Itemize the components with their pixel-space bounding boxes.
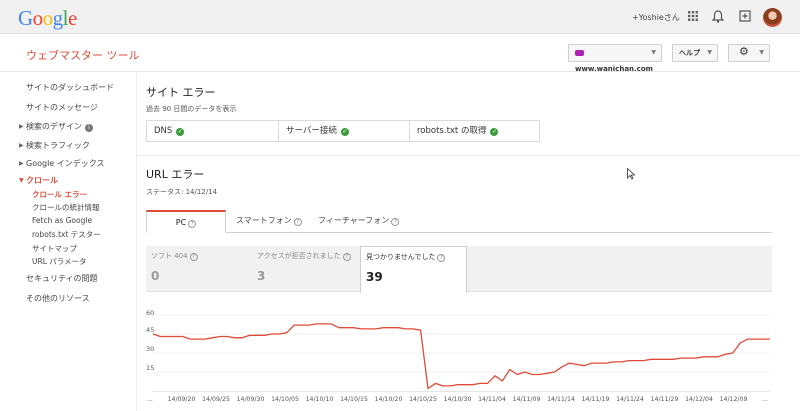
sidebar-item-security-issues[interactable]: セキュリティの問題 xyxy=(26,273,98,284)
y-axis-tick-label: 30 xyxy=(146,345,154,353)
sidebar-item-messages[interactable]: サイトのメッセージ xyxy=(26,102,98,113)
mouse-cursor-icon xyxy=(627,168,635,180)
sidebar-item-dashboard[interactable]: サイトのダッシュボード xyxy=(26,82,114,93)
tab-smartphone[interactable]: スマートフォン? xyxy=(236,210,302,233)
chevron-right-icon: ▶ xyxy=(19,142,24,149)
app-title[interactable]: ウェブマスター ツール xyxy=(26,47,140,63)
server-connectivity-status-cell[interactable]: サーバー接続 ✓ xyxy=(279,121,410,141)
sidebar-item-search-appearance[interactable]: 検索のデザイン i xyxy=(26,121,93,132)
site-favicon-icon xyxy=(575,50,584,56)
x-axis-tick-label: 14/12/04 xyxy=(685,396,713,403)
device-tabs: PC? スマートフォン? フィーチャーフォン? xyxy=(146,210,772,233)
x-axis-tick-label: 14/11/19 xyxy=(582,396,610,403)
check-icon: ✓ xyxy=(340,128,349,136)
x-axis-tick-label: 14/10/10 xyxy=(306,396,334,403)
site-selector-button[interactable]: www.wanichan.com ▼ xyxy=(568,44,662,73)
app-header: ウェブマスター ツール www.wanichan.com ▼ ヘルプ ▼ ⚙ ▼ xyxy=(0,35,800,73)
site-errors-status-table: DNS ✓ サーバー接続 ✓ robots.txt の取得 ✓ xyxy=(146,120,540,142)
gear-icon: ⚙ xyxy=(739,45,749,58)
help-icon[interactable]: ? xyxy=(189,253,198,261)
sidebar-item-url-parameters[interactable]: URL パラメータ xyxy=(32,256,87,267)
chevron-down-icon: ▼ xyxy=(707,49,712,56)
url-errors-title: URL エラー xyxy=(146,168,205,181)
x-axis-tick-label: 14/11/29 xyxy=(651,396,679,403)
info-icon[interactable]: i xyxy=(85,124,93,132)
x-axis-tick-label: ... xyxy=(762,396,768,403)
x-axis-tick-label: 14/09/20 xyxy=(168,396,196,403)
chevron-down-icon: ▼ xyxy=(19,177,24,184)
settings-button[interactable]: ⚙ ▼ xyxy=(728,44,770,62)
robots-fetch-status-cell[interactable]: robots.txt の取得 ✓ xyxy=(410,121,539,141)
dns-status-cell[interactable]: DNS ✓ xyxy=(147,121,279,141)
check-icon: ✓ xyxy=(176,128,185,136)
not-found-errors-line-chart: 60 45 30 15... 14/09/20 14/09/25 14/09/30 14/10… xyxy=(146,309,770,403)
x-axis-tick-label: ... xyxy=(147,396,153,403)
site-errors-subtitle: 過去 90 日間のデータを表示 xyxy=(146,105,237,113)
sidebar-item-search-traffic[interactable]: 検索トラフィック xyxy=(26,140,90,151)
user-name-link[interactable]: +Yoshieさん xyxy=(632,12,680,23)
sidebar-item-sitemaps[interactable]: サイトマップ xyxy=(32,243,77,254)
y-axis-tick-label: 15 xyxy=(146,364,154,372)
apps-icon[interactable] xyxy=(686,10,700,24)
sidebar: サイトのダッシュボード サイトのメッセージ ▶ 検索のデザイン i ▶ 検索トラフ… xyxy=(0,72,137,411)
series-line-not-found xyxy=(152,323,770,390)
y-axis-tick-label: 45 xyxy=(146,326,154,334)
x-axis-tick-label: 14/09/25 xyxy=(202,396,230,403)
x-axis-tick-label: 14/11/24 xyxy=(616,396,644,403)
top-bar: Google +Yoshieさん xyxy=(0,0,800,34)
metric-access-denied[interactable]: アクセスが拒否されました? 3 xyxy=(252,246,359,292)
x-axis-tick-label: 14/10/30 xyxy=(444,396,472,403)
site-errors-title: サイト エラー xyxy=(146,86,216,99)
sidebar-item-crawl[interactable]: クロール xyxy=(26,175,58,186)
tab-feature-phone[interactable]: フィーチャーフォン? xyxy=(318,210,400,233)
sidebar-item-crawl-stats[interactable]: クロールの統計情報 xyxy=(32,202,100,213)
chevron-down-icon: ▼ xyxy=(651,49,656,56)
sidebar-item-robots-tester[interactable]: robots.txt テスター xyxy=(32,229,101,240)
url-errors-status: ステータス: 14/12/14 xyxy=(146,188,218,196)
help-icon[interactable]: ? xyxy=(437,254,446,262)
x-axis-tick-label: 14/10/20 xyxy=(375,396,403,403)
chevron-down-icon: ▼ xyxy=(759,49,764,56)
metric-soft-404[interactable]: ソフト 404? 0 xyxy=(146,246,251,292)
x-axis-tick-label: 14/12/09 xyxy=(720,396,748,403)
x-axis-tick-label: 14/10/05 xyxy=(271,396,299,403)
avatar[interactable] xyxy=(763,8,782,27)
help-icon[interactable]: ? xyxy=(188,220,197,228)
metric-not-found[interactable]: 見つかりませんでした? 39 xyxy=(360,246,467,293)
y-axis-tick-label: 60 xyxy=(146,309,154,317)
help-icon[interactable]: ? xyxy=(293,218,302,226)
help-icon[interactable]: ? xyxy=(391,218,400,226)
sidebar-item-crawl-errors[interactable]: クロール エラー xyxy=(32,189,87,200)
sidebar-item-other-resources[interactable]: その他のリソース xyxy=(26,293,90,304)
share-icon[interactable] xyxy=(738,10,752,24)
tab-pc[interactable]: PC? xyxy=(146,210,226,233)
help-button[interactable]: ヘルプ ▼ xyxy=(672,44,718,62)
section-divider xyxy=(137,155,800,156)
google-logo[interactable]: Google xyxy=(18,6,77,31)
x-axis-tick-label: 14/11/14 xyxy=(547,396,575,403)
bell-icon[interactable] xyxy=(711,10,725,24)
x-axis-tick-label: 14/09/30 xyxy=(237,396,265,403)
x-axis-tick-label: 14/11/09 xyxy=(513,396,541,403)
x-axis-tick-label: 14/10/25 xyxy=(409,396,437,403)
chevron-right-icon: ▶ xyxy=(19,123,24,130)
x-axis-tick-label: 14/11/04 xyxy=(478,396,506,403)
chevron-right-icon: ▶ xyxy=(19,160,24,167)
sidebar-item-google-index[interactable]: Google インデックス xyxy=(26,158,105,169)
help-icon[interactable]: ? xyxy=(342,253,351,261)
check-icon: ✓ xyxy=(490,128,499,136)
x-axis-tick-label: 14/10/15 xyxy=(340,396,368,403)
error-type-metrics: ソフト 404? 0 アクセスが拒否されました? 3 見つかりませんでした? 3… xyxy=(146,246,772,293)
sidebar-item-fetch-as-google[interactable]: Fetch as Google xyxy=(32,216,92,225)
